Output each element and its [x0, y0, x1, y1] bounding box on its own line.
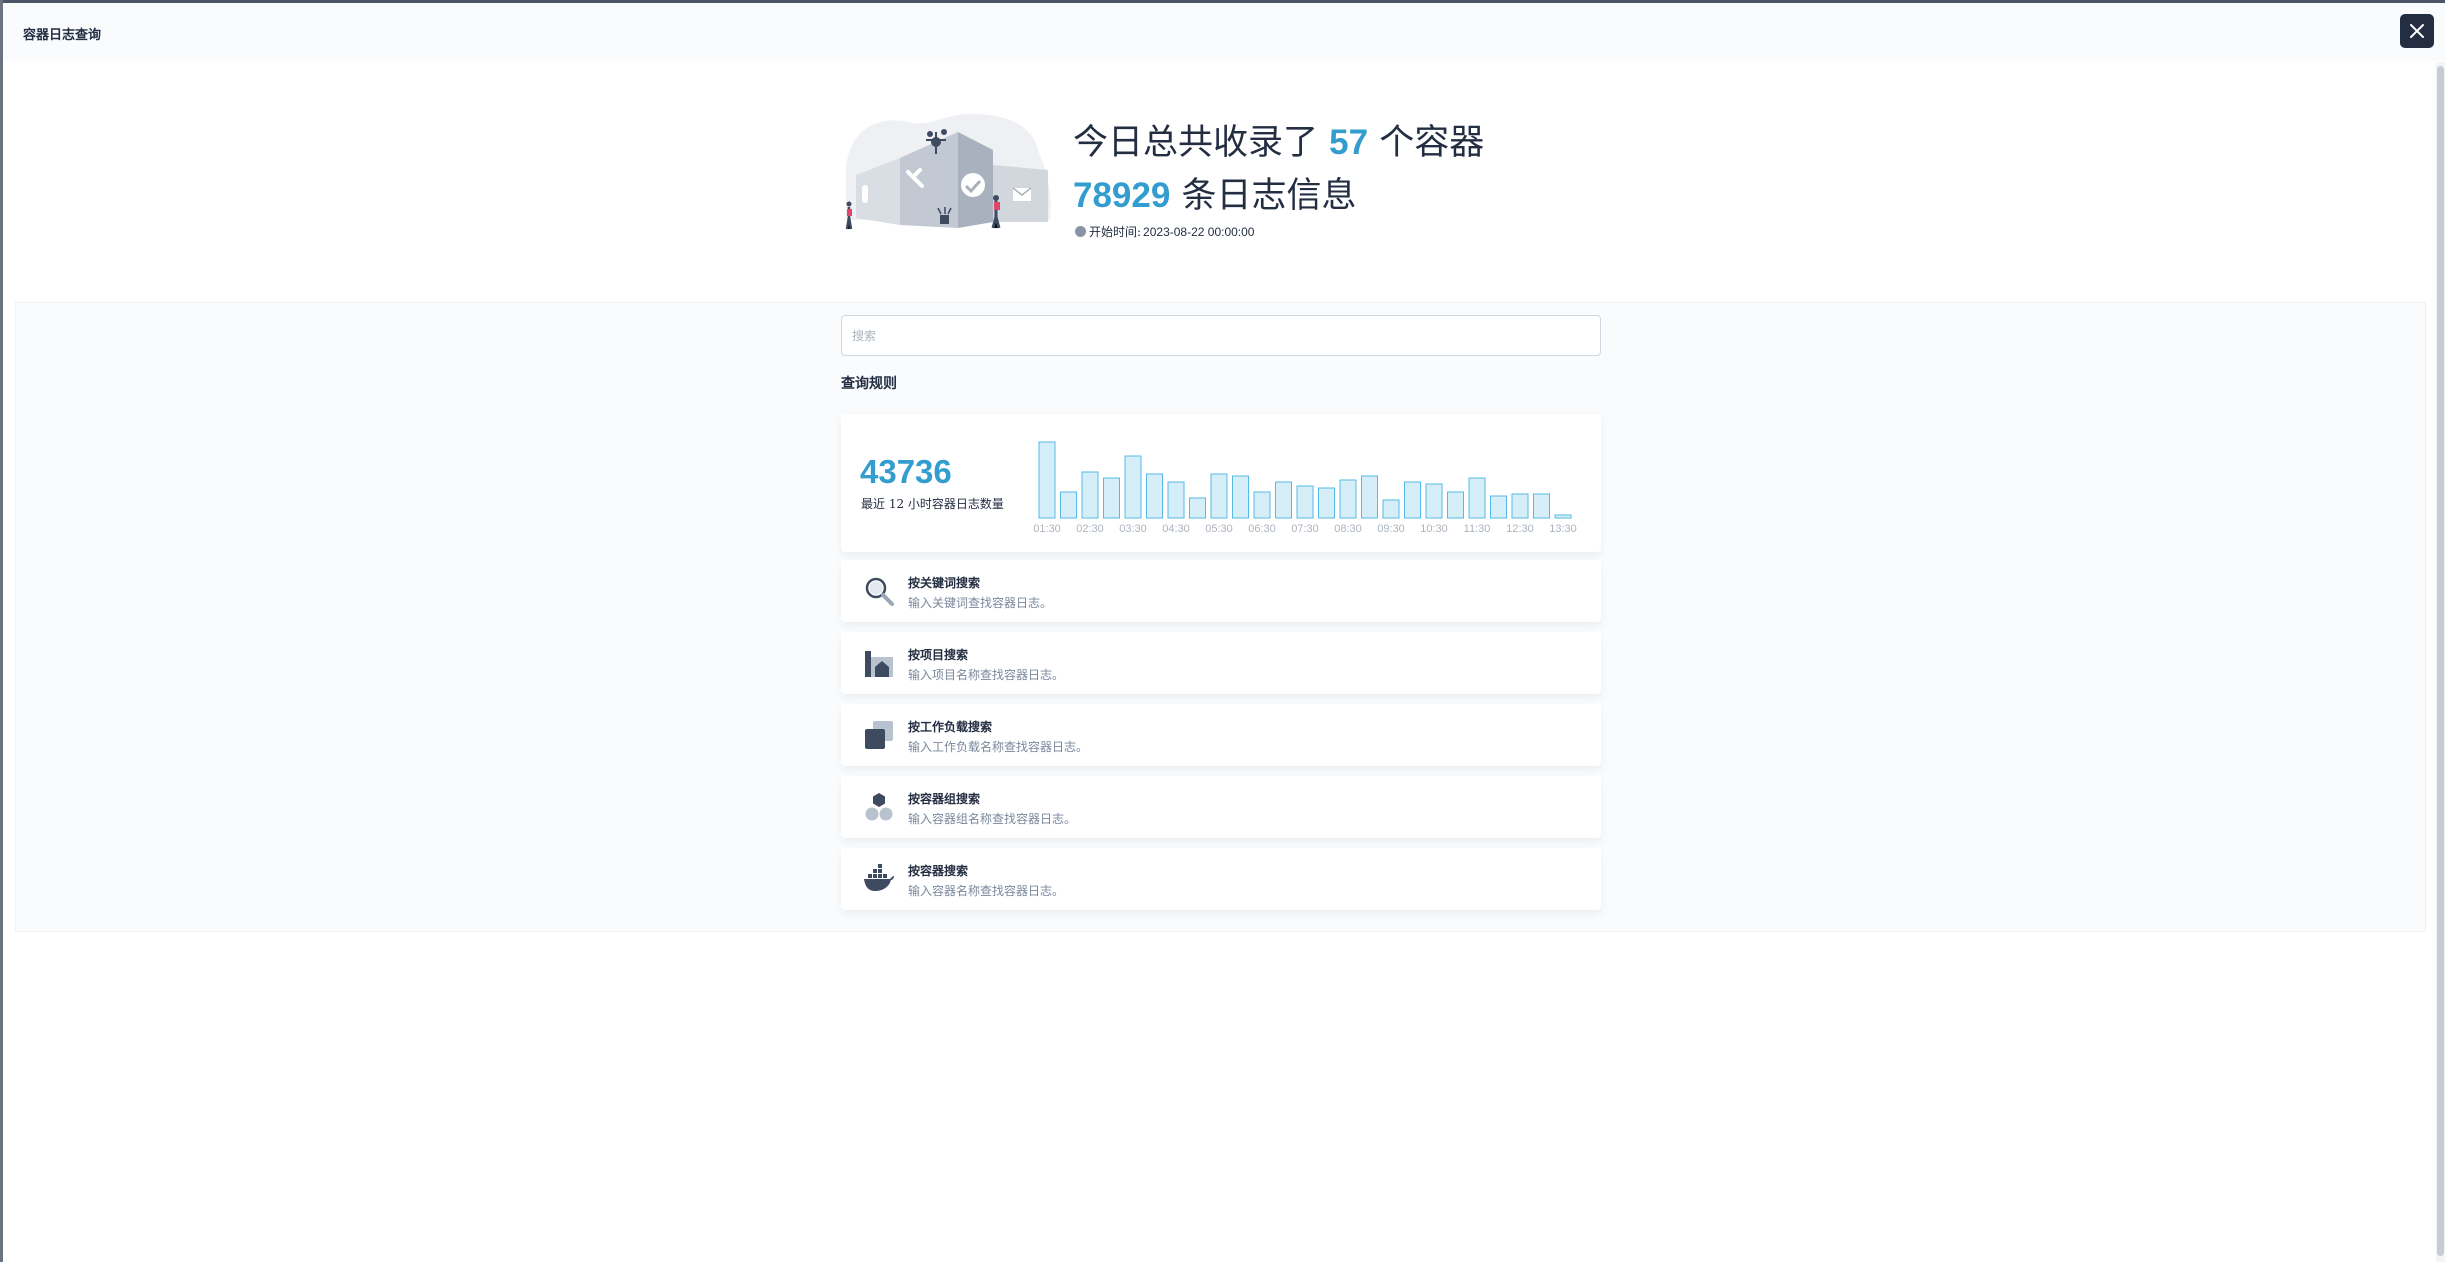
chart-bar — [1060, 491, 1077, 519]
rule-title: 按关键词搜索 — [908, 576, 981, 590]
chart-bar — [1103, 477, 1120, 519]
chart-bar — [1146, 473, 1163, 519]
rules-title: 查询规则 — [841, 376, 897, 392]
chart-tick-label: 07:30 — [1291, 523, 1319, 535]
chart-bar — [1318, 487, 1335, 519]
chart-bar — [1189, 497, 1206, 519]
chart-tick-label: 01:30 — [1033, 523, 1061, 535]
container-count-headline: 今日总共收录了 57 个容器 — [1073, 114, 1484, 165]
close-button[interactable] — [2400, 14, 2434, 48]
rule-title: 按项目搜索 — [908, 648, 969, 662]
rule-title: 按容器搜索 — [908, 864, 969, 878]
rule-project-search[interactable]: 按项目搜索 输入项目名称查找容器日志。 — [841, 632, 1601, 694]
chart-tick-label: 12:30 — [1506, 523, 1534, 535]
log-count: 78929 — [1073, 176, 1171, 215]
container-count: 57 — [1329, 123, 1369, 162]
chart-bar — [1038, 441, 1056, 519]
log-total-label: 最近 12 小时容器日志数量 — [861, 497, 1004, 511]
chart-bar — [1253, 491, 1271, 519]
rule-pod-search[interactable]: 按容器组搜索 输入容器组名称查找容器日志。 — [841, 776, 1601, 838]
log-total: 43736 — [860, 453, 952, 490]
chart-bar — [1425, 483, 1443, 519]
rule-description: 输入工作负载名称查找容器日志。 — [908, 740, 1089, 754]
pod-icon — [865, 793, 893, 821]
chart-bar — [1490, 495, 1507, 519]
chart-bar — [1361, 475, 1378, 519]
close-icon — [2410, 24, 2424, 38]
chart-bar — [1404, 481, 1421, 519]
chart-bar — [1296, 485, 1314, 519]
rule-description: 输入关键词查找容器日志。 — [908, 596, 1053, 610]
project-icon — [865, 651, 893, 677]
modal-header: 容器日志查询 — [3, 3, 2445, 61]
chart-bar — [1447, 491, 1464, 519]
workload-icon — [865, 721, 893, 749]
chart-bar — [1167, 481, 1185, 519]
modal-title: 容器日志查询 — [23, 28, 102, 43]
chart-tick-label: 06:30 — [1248, 523, 1276, 535]
rule-description: 输入容器组名称查找容器日志。 — [908, 812, 1077, 826]
start-time-label: 开始时间: — [1089, 225, 1142, 239]
chart-tick-label: 02:30 — [1076, 523, 1104, 535]
chart-tick-label: 08:30 — [1334, 523, 1362, 535]
rule-title: 按容器组搜索 — [908, 792, 981, 806]
headline-prefix: 今日总共收录了 — [1073, 123, 1319, 163]
chart-bar — [1210, 473, 1228, 519]
chart-bar — [1468, 477, 1486, 519]
log-count-headline: 78929 条日志信息 — [1073, 167, 1356, 218]
rule-workload-search[interactable]: 按工作负载搜索 输入工作负载名称查找容器日志。 — [841, 704, 1601, 766]
clock-icon — [1075, 226, 1086, 237]
window-left-border — [0, 0, 3, 1262]
chart-tick-label: 04:30 — [1162, 523, 1190, 535]
chart-bar — [1339, 479, 1357, 519]
chart-tick-label: 13:30 — [1549, 523, 1577, 535]
chart-tick-label: 11:30 — [1464, 523, 1491, 535]
start-time: 开始时间: 2023-08-22 00:00:00 — [1075, 223, 1254, 240]
headline-suffix: 个容器 — [1379, 123, 1485, 163]
chart-tick-label: 10:30 — [1420, 523, 1448, 535]
chart-bar — [1511, 493, 1529, 519]
chart-bar — [1275, 481, 1292, 519]
chart-bar — [1232, 475, 1249, 519]
chart-tick-label: 03:30 — [1119, 523, 1147, 535]
chart-tick-label: 05:30 — [1205, 523, 1233, 535]
chart-tick-label: 09:30 — [1377, 523, 1405, 535]
rule-description: 输入项目名称查找容器日志。 — [908, 668, 1065, 682]
chart-bar — [1081, 471, 1099, 519]
chart-bar — [1124, 455, 1142, 519]
rule-description: 输入容器名称查找容器日志。 — [908, 884, 1065, 898]
start-time-value: 2023-08-22 00:00:00 — [1143, 224, 1255, 239]
chart-bar — [1382, 499, 1400, 519]
logs-illustration — [845, 113, 1051, 230]
log-count-suffix: 条日志信息 — [1181, 176, 1357, 216]
docker-icon — [864, 864, 894, 891]
chart-bar — [1533, 493, 1550, 519]
rule-title: 按工作负载搜索 — [908, 720, 993, 734]
search-input[interactable] — [841, 315, 1601, 356]
chart-bar — [1554, 514, 1572, 519]
scrollbar-thumb[interactable] — [2437, 66, 2444, 1256]
scrollbar[interactable] — [2436, 62, 2445, 1262]
magnifier-icon — [865, 577, 894, 606]
rule-keyword-search[interactable]: 按关键词搜索 输入关键词查找容器日志。 — [841, 560, 1601, 622]
rule-container-search[interactable]: 按容器搜索 输入容器名称查找容器日志。 — [841, 848, 1601, 910]
log-bar-chart: 01:30 02:30 03:30 04:30 05:30 06:30 07:30 08:30… — [1033, 441, 1577, 535]
log-stats-card: 43736 最近 12 小时容器日志数量 01:30 02:30 03:30 04:3… — [841, 414, 1601, 552]
